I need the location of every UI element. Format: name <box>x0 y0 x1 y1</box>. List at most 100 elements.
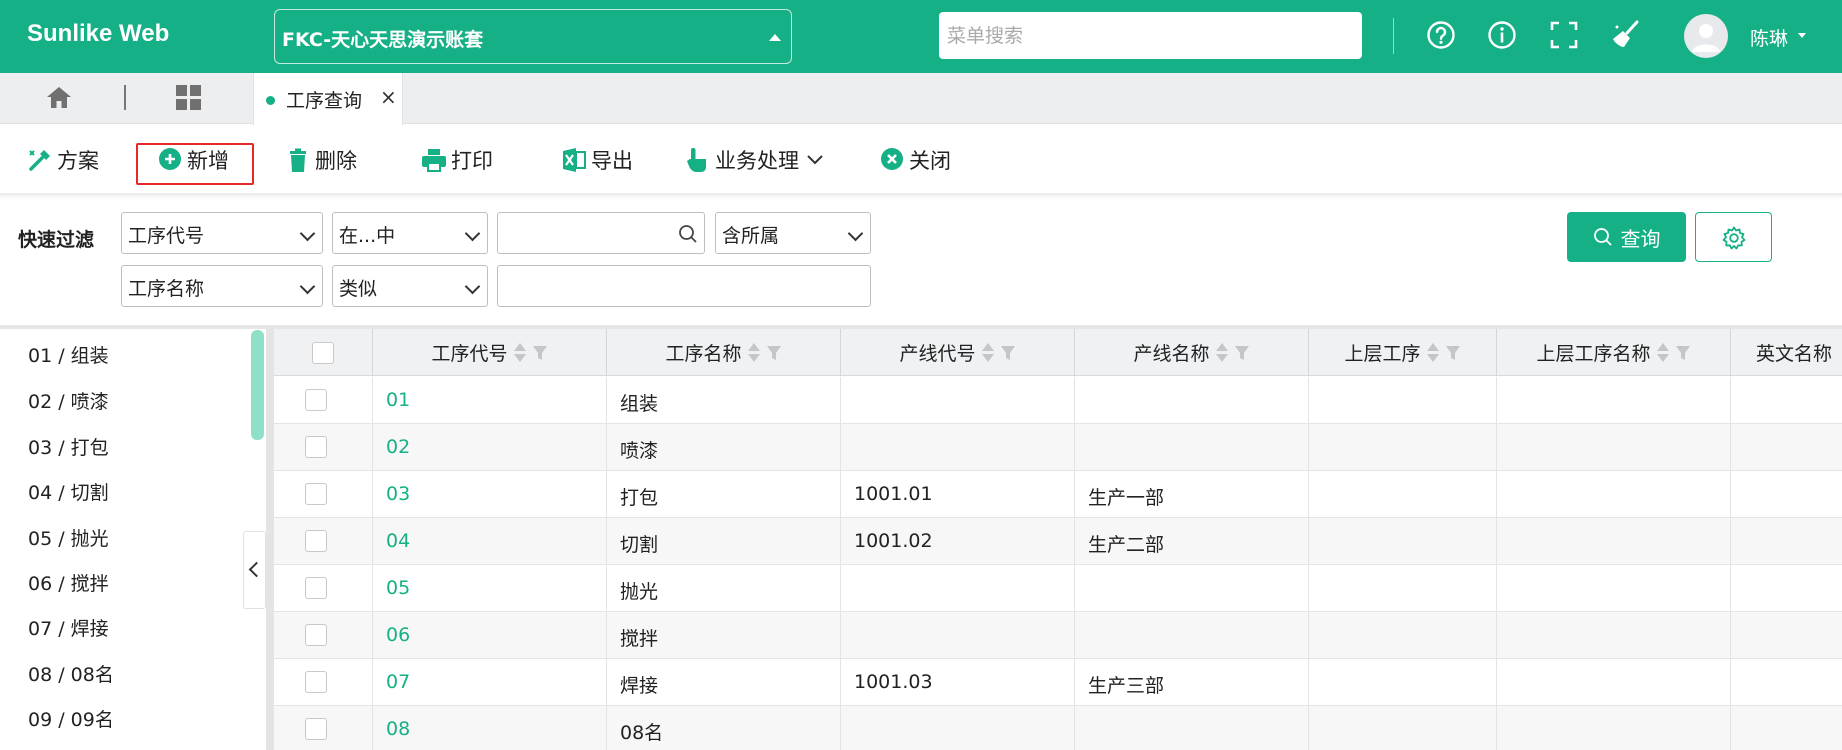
filter-field-select-2[interactable]: 工序名称 <box>121 265 323 307</box>
search-icon[interactable] <box>678 224 698 244</box>
row-checkbox[interactable] <box>305 483 327 505</box>
process-name-cell: 搅拌 <box>607 612 841 659</box>
table-row[interactable]: 07 焊接 1001.03 生产三部 <box>274 659 1842 706</box>
delete-button[interactable]: 删除 <box>285 145 357 175</box>
process-code-cell[interactable]: 02 <box>373 424 607 471</box>
row-checkbox[interactable] <box>305 577 327 599</box>
print-button[interactable]: 打印 <box>421 145 493 175</box>
filter-value-input-1[interactable] <box>497 212 705 254</box>
process-code-cell[interactable]: 01 <box>373 377 607 424</box>
table-row[interactable]: 06 搅拌 <box>274 612 1842 659</box>
column-header[interactable]: 产线代号 <box>841 329 1075 376</box>
tree-item[interactable]: 03 / 打包 <box>28 433 109 460</box>
filter-icon[interactable] <box>1675 345 1691 361</box>
process-name-cell: 焊接 <box>607 659 841 706</box>
line-name-cell: 生产一部 <box>1075 471 1309 518</box>
business-menu-button[interactable]: 业务处理 <box>685 145 823 175</box>
process-code-cell[interactable]: 04 <box>373 518 607 565</box>
sort-icon[interactable] <box>513 342 526 364</box>
filter-icon[interactable] <box>1000 345 1016 361</box>
line-name-cell <box>1075 612 1309 659</box>
user-avatar[interactable] <box>1684 14 1728 58</box>
export-button[interactable]: 导出 <box>561 145 633 175</box>
menu-search-input[interactable] <box>939 12 1362 59</box>
select-all-checkbox[interactable] <box>312 341 334 364</box>
process-code-cell[interactable]: 07 <box>373 659 607 706</box>
select-all-cell <box>274 329 373 376</box>
scope-value: 含所属 <box>722 225 780 247</box>
close-tab-icon[interactable]: × <box>380 85 397 109</box>
column-header[interactable]: 上层工序名称 <box>1497 329 1731 376</box>
query-button[interactable]: 查询 <box>1567 212 1686 262</box>
filter-field-select-1[interactable]: 工序代号 <box>121 212 323 254</box>
filter-op-select-2[interactable]: 类似 <box>332 265 488 307</box>
row-checkbox[interactable] <box>305 624 327 646</box>
info-icon[interactable] <box>1487 20 1517 50</box>
sort-icon[interactable] <box>747 342 760 364</box>
filter-icon[interactable] <box>766 345 782 361</box>
tree-item[interactable]: 09 / 09名 <box>28 705 114 732</box>
filter-op-select-1[interactable]: 在...中 <box>332 212 488 254</box>
row-checkbox[interactable] <box>305 671 327 693</box>
table-row[interactable]: 02 喷漆 <box>274 424 1842 471</box>
grid-icon[interactable] <box>175 84 202 111</box>
sort-icon[interactable] <box>1215 342 1228 364</box>
process-name-cell: 打包 <box>607 471 841 518</box>
filter-value-input-2[interactable] <box>497 265 871 307</box>
process-code-cell[interactable]: 08 <box>373 706 607 750</box>
account-selector[interactable]: FKC-天心天思演示账套 <box>274 9 792 64</box>
tree-item[interactable]: 01 / 组装 <box>28 341 109 368</box>
close-button[interactable]: 关闭 <box>879 145 951 175</box>
table-row[interactable]: 08 08名 <box>274 706 1842 750</box>
column-title: 上层工序名称 <box>1536 343 1651 365</box>
tree-scrollbar[interactable] <box>251 330 264 440</box>
row-checkbox[interactable] <box>305 436 327 458</box>
filter-icon[interactable] <box>1234 345 1250 361</box>
filter-settings-button[interactable] <box>1695 212 1772 262</box>
filter-icon[interactable] <box>1445 345 1461 361</box>
tree-item[interactable]: 06 / 搅拌 <box>28 569 109 596</box>
home-icon[interactable] <box>46 85 72 109</box>
delete-label: 删除 <box>315 149 357 173</box>
tree-item[interactable]: 07 / 焊接 <box>28 614 109 641</box>
column-header[interactable]: 上层工序 <box>1309 329 1497 376</box>
sort-icon[interactable] <box>1656 342 1669 364</box>
fullscreen-icon[interactable] <box>1549 20 1579 50</box>
process-code-cell[interactable]: 03 <box>373 471 607 518</box>
column-header[interactable]: 产线名称 <box>1075 329 1309 376</box>
parent-process-name-cell <box>1497 518 1731 565</box>
table-row[interactable]: 03 打包 1001.01 生产一部 <box>274 471 1842 518</box>
column-header[interactable]: 工序代号 <box>373 329 607 376</box>
scheme-button[interactable]: 方案 <box>27 145 99 175</box>
row-checkbox[interactable] <box>305 389 327 411</box>
column-header[interactable]: 英文名称 <box>1731 329 1842 376</box>
column-title: 产线代号 <box>899 343 976 365</box>
sort-icon[interactable] <box>981 342 994 364</box>
help-icon[interactable] <box>1426 20 1456 50</box>
row-checkbox[interactable] <box>305 718 327 740</box>
scope-select[interactable]: 含所属 <box>715 212 871 254</box>
tree-item[interactable]: 05 / 抛光 <box>28 524 109 551</box>
line-code-cell: 1001.02 <box>841 518 1075 565</box>
user-name[interactable]: 陈琳 <box>1750 24 1788 51</box>
excel-icon <box>563 148 586 172</box>
row-checkbox[interactable] <box>305 530 327 552</box>
filter-icon[interactable] <box>532 345 548 361</box>
tree-item[interactable]: 08 / 08名 <box>28 660 114 687</box>
collapse-panel-button[interactable] <box>243 531 266 609</box>
process-code-cell[interactable]: 06 <box>373 612 607 659</box>
table-row[interactable]: 05 抛光 <box>274 565 1842 612</box>
tab-process-query[interactable]: 工序查询 × <box>253 73 403 125</box>
panel-splitter[interactable] <box>266 329 274 750</box>
broom-icon[interactable] <box>1611 20 1641 50</box>
process-code-cell[interactable]: 05 <box>373 565 607 612</box>
tree-item[interactable]: 04 / 切割 <box>28 478 109 505</box>
user-menu-caret-icon[interactable] <box>1798 33 1806 38</box>
table-row[interactable]: 01 组装 <box>274 377 1842 424</box>
line-name-cell: 生产二部 <box>1075 518 1309 565</box>
sort-icon[interactable] <box>1426 342 1439 364</box>
table-row[interactable]: 04 切割 1001.02 生产二部 <box>274 518 1842 565</box>
trash-icon <box>290 148 306 172</box>
tree-item[interactable]: 02 / 喷漆 <box>28 387 109 414</box>
column-header[interactable]: 工序名称 <box>607 329 841 376</box>
